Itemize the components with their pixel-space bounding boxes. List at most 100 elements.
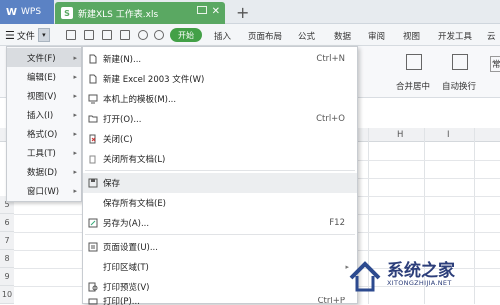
auto-wrap-icon[interactable] — [452, 54, 468, 70]
save-quick-icon[interactable] — [66, 30, 76, 40]
tab-insert[interactable]: 插入 — [214, 30, 231, 42]
menu-item-file[interactable]: 文件(F) ▸ — [7, 48, 81, 67]
tab-formula[interactable]: 公式 — [298, 30, 315, 42]
menu-item-data[interactable]: 数据(D) ▸ — [7, 162, 81, 181]
row-header[interactable]: 9 — [0, 268, 14, 286]
export-quick-icon[interactable] — [84, 30, 94, 40]
file-submenu: 新建(N)... Ctrl+N 新建 Excel 2003 文件(W) 本机上的… — [82, 46, 358, 305]
menu-item-tools[interactable]: 工具(T) ▸ — [7, 143, 81, 162]
title-bar: W WPS S 新建XLS 工作表.xls ✕ + — [0, 0, 500, 24]
normal-format-button[interactable]: 常 — [490, 56, 500, 72]
print-quick-icon[interactable] — [102, 30, 112, 40]
chevron-right-icon: ▸ — [73, 186, 77, 195]
menu-close[interactable]: 关闭(C) — [83, 129, 357, 149]
document-tab-label: 新建XLS 工作表.xls — [78, 9, 159, 20]
close-all-icon — [89, 155, 96, 164]
tab-data[interactable]: 数据 — [334, 30, 351, 42]
menu-close-all[interactable]: 关闭所有文档(L) — [83, 149, 357, 169]
tab-page-layout[interactable]: 页面布局 — [248, 30, 282, 42]
menu-print-preview[interactable]: 打印预览(V) — [83, 277, 357, 297]
folder-icon — [88, 115, 98, 123]
menu-page-setup[interactable]: 页面设置(U)... — [83, 237, 357, 257]
tab-view[interactable]: 视图 — [403, 30, 420, 42]
menu-item-label: 数据(D) — [27, 167, 58, 178]
menu-item-insert[interactable]: 插入(I) ▸ — [7, 105, 81, 124]
file-menu-button[interactable]: ☰ 文件 ▾ — [5, 27, 50, 43]
menu-item-label: 工具(T) — [27, 148, 56, 159]
chevron-down-icon[interactable]: ▾ — [37, 28, 50, 42]
row-header[interactable]: 7 — [0, 232, 14, 250]
document-tab[interactable]: S 新建XLS 工作表.xls ✕ — [55, 2, 225, 24]
menu-open[interactable]: 打开(O)... Ctrl+O — [83, 109, 357, 129]
monitor-icon[interactable] — [197, 6, 207, 14]
menu-item-label: 格式(O) — [27, 129, 58, 140]
chevron-right-icon: ▸ — [73, 148, 77, 157]
row-header[interactable]: 6 — [0, 214, 14, 232]
column-header-i[interactable]: I — [447, 130, 450, 142]
tab-review[interactable]: 审阅 — [368, 30, 385, 42]
menu-save-all[interactable]: 保存所有文档(E) — [83, 193, 357, 213]
wps-logo-icon: W — [6, 6, 18, 18]
chevron-right-icon: ▸ — [73, 91, 77, 100]
close-icon[interactable]: ✕ — [212, 6, 220, 17]
chevron-right-icon: ▸ — [73, 110, 77, 119]
menu-item-label: 视图(V) — [27, 91, 57, 102]
menu-item-view[interactable]: 视图(V) ▸ — [7, 86, 81, 105]
menu-page-setup-label: 页面设置(U)... — [103, 243, 158, 253]
chevron-right-icon: ▸ — [73, 167, 77, 176]
file-menu-label: 文件 — [16, 31, 35, 42]
menu-save[interactable]: 保存 — [83, 173, 357, 193]
save-as-icon — [88, 218, 98, 228]
wps-app-label: WPS — [21, 7, 42, 17]
menu-item-label: 插入(I) — [27, 110, 54, 121]
chevron-right-icon: ▸ — [73, 129, 77, 138]
menu-divider — [85, 234, 355, 235]
menu-new-excel-2003[interactable]: 新建 Excel 2003 文件(W) — [83, 69, 357, 89]
menu-item-edit[interactable]: 编辑(E) ▸ — [7, 67, 81, 86]
menu-tabs-bar: ☰ 文件 ▾ 开始 插入 页面布局 公式 数据 审阅 视图 开发工具 云 — [0, 24, 500, 46]
merge-center-icon[interactable] — [406, 54, 422, 70]
wps-app-tab[interactable]: W WPS — [0, 0, 54, 24]
menu-item-format[interactable]: 格式(O) ▸ — [7, 124, 81, 143]
column-header-h[interactable]: H — [397, 130, 403, 142]
tab-developer[interactable]: 开发工具 — [438, 30, 472, 42]
menu-print-area[interactable]: 打印区域(T) ▸ — [83, 257, 357, 277]
menu-item-window[interactable]: 窗口(W) ▸ — [7, 181, 81, 200]
watermark-url: XITONGZHIJIA.NET — [387, 279, 452, 287]
menu-item-label: 文件(F) — [27, 53, 56, 64]
menu-close-label: 关闭(C) — [103, 135, 133, 145]
menu-divider — [85, 170, 355, 171]
print-preview-icon — [88, 282, 98, 292]
tab-start[interactable]: 开始 — [170, 28, 202, 42]
preview-quick-icon[interactable] — [120, 30, 130, 40]
auto-wrap-button[interactable]: 自动换行 — [442, 80, 476, 92]
new-tab-button[interactable]: + — [236, 3, 249, 22]
menu-new[interactable]: 新建(N)... Ctrl+N — [83, 49, 357, 69]
menu-save-as-label: 另存为(A)... — [103, 219, 150, 229]
tab-cloud[interactable]: 云 — [487, 30, 496, 42]
shortcut-text: Ctrl+N — [316, 54, 345, 64]
undo-icon[interactable] — [138, 30, 148, 40]
menu-save-label: 保存 — [103, 179, 121, 189]
menu-local-templates-label: 本机上的模板(M)... — [103, 95, 177, 105]
chevron-right-icon: ▸ — [73, 53, 77, 62]
save-icon — [88, 178, 98, 188]
redo-icon[interactable] — [154, 30, 164, 40]
new-doc-icon — [89, 54, 97, 64]
menu-local-templates[interactable]: 本机上的模板(M)... — [83, 89, 357, 109]
monitor-icon — [88, 94, 98, 104]
menu-item-label: 编辑(E) — [27, 72, 57, 83]
watermark-title: 系统之家 — [387, 261, 455, 281]
merge-center-button[interactable]: 合并居中 — [396, 80, 430, 92]
menu-new-excel-2003-label: 新建 Excel 2003 文件(W) — [103, 75, 205, 85]
row-header[interactable]: 10 — [0, 286, 14, 304]
menu-save-all-label: 保存所有文档(E) — [103, 199, 167, 209]
close-doc-icon — [89, 134, 96, 144]
menu-item-label: 窗口(W) — [27, 186, 60, 197]
xls-file-icon: S — [61, 7, 73, 19]
shortcut-text: Ctrl+O — [316, 114, 345, 124]
row-header[interactable]: 8 — [0, 250, 14, 268]
menu-new-label: 新建(N)... — [103, 55, 142, 65]
menu-close-all-label: 关闭所有文档(L) — [103, 155, 166, 165]
menu-save-as[interactable]: 另存为(A)... F12 — [83, 213, 357, 233]
